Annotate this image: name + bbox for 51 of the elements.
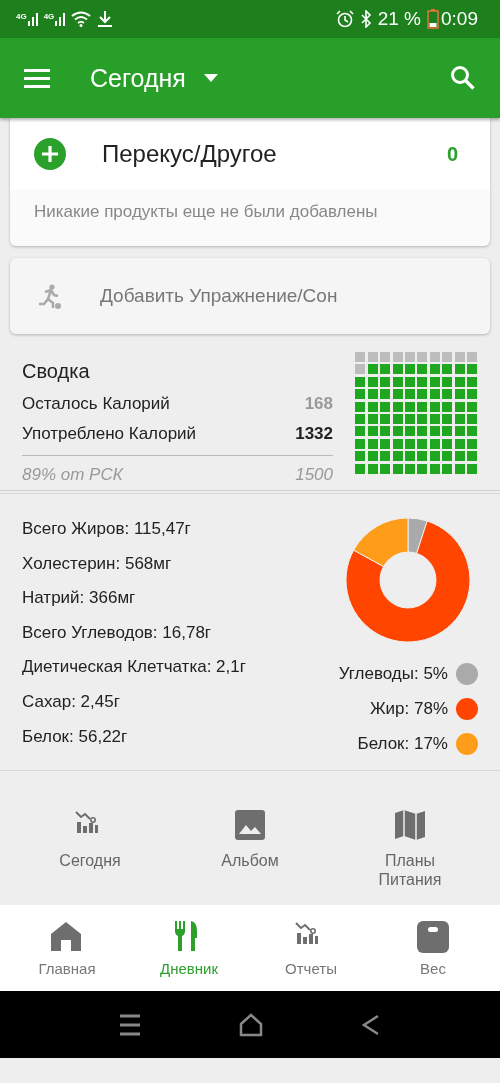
shortcut-button[interactable]: Планы Питания <box>350 771 470 905</box>
calorie-label: Употреблено Калорий <box>22 424 197 444</box>
battery-percent: 21 % <box>377 8 421 30</box>
empty-message: Никакие продукты еще не были добавлены <box>33 201 379 222</box>
house-icon <box>50 920 84 954</box>
download-icon <box>97 10 114 28</box>
nutrient-line: Всего Углеводов: 16,78г <box>22 621 213 644</box>
percent-label: 89% от РСК <box>22 465 123 485</box>
network-type-label: 4G <box>16 12 27 21</box>
date-dropdown[interactable]: Сегодня <box>90 63 218 93</box>
nutrient-line: Белок: 56,22г <box>22 725 129 748</box>
running-person-icon <box>36 283 62 309</box>
add-icon[interactable] <box>34 138 66 170</box>
nutrient-line: Сахар: 2,45г <box>22 690 121 713</box>
image-icon <box>234 809 266 841</box>
shortcut-button[interactable]: Альбом <box>190 771 310 905</box>
calorie-value: 168 <box>304 394 333 414</box>
menu-icon[interactable] <box>24 68 50 88</box>
clock-time: 0:09 <box>441 8 478 30</box>
nutrient-line: Всего Жиров: 115,47г <box>22 518 192 540</box>
legend-label: Углеводы: 5% <box>338 663 448 684</box>
battery-icon <box>427 9 439 29</box>
calorie-label: Осталось Калорий <box>22 394 170 414</box>
signal-icon <box>55 12 66 26</box>
caret-icon <box>203 74 218 82</box>
calorie-value: 1332 <box>295 424 333 444</box>
map-icon <box>394 809 426 841</box>
legend-label: Белок: 17% <box>357 733 448 754</box>
calorie-target: 1500 <box>295 465 333 485</box>
meal-title: Перекус/Другое <box>102 140 277 168</box>
calorie-count: 0 <box>446 142 458 166</box>
recents-icon[interactable] <box>118 1013 142 1036</box>
signal-icon <box>27 12 38 26</box>
add-exercise-button[interactable]: Добавить Упражнение/Сон <box>10 258 490 334</box>
nutrient-line: Натрий: 366мг <box>22 587 137 610</box>
nav-tab[interactable]: Дневник <box>131 905 247 991</box>
nav-tab[interactable]: Главная <box>9 905 125 991</box>
nutrient-line: Холестерин: 568мг <box>22 552 173 575</box>
legend-label: Жир: 78% <box>369 698 448 719</box>
bluetooth-icon <box>359 10 372 28</box>
summary-title: Сводка <box>22 360 91 383</box>
home-icon[interactable] <box>238 1012 264 1037</box>
shortcut-button[interactable]: Сегодня <box>30 771 150 905</box>
wifi-icon <box>71 11 92 27</box>
nav-tab[interactable]: Вес <box>375 905 491 991</box>
nutrient-line: Диетическая Клетчатка: 2,1г <box>22 656 246 679</box>
alarm-icon <box>335 10 354 28</box>
nav-tab[interactable]: Отчеты <box>253 905 369 991</box>
search-icon[interactable] <box>450 65 476 91</box>
network-type-label: 4G <box>43 12 55 21</box>
scale-icon <box>416 920 450 954</box>
